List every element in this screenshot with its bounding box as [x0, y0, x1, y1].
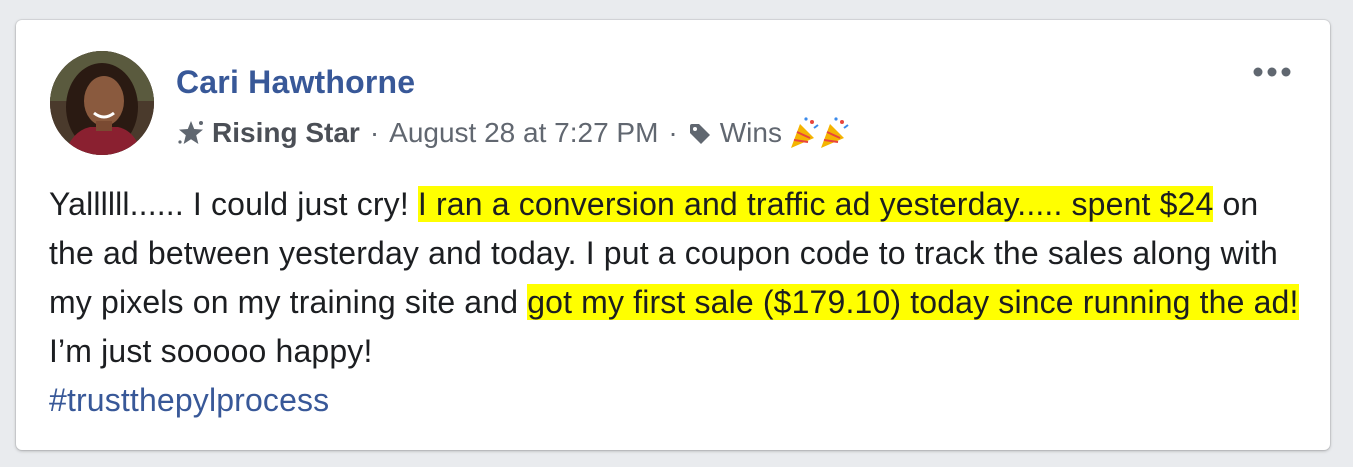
- avatar-photo: [50, 51, 154, 155]
- star-badge-icon: [176, 118, 206, 148]
- author-name[interactable]: Cari Hawthorne: [176, 64, 415, 101]
- party-popper-icon: [788, 116, 852, 150]
- post-card: Cari Hawthorne Rising Star · August 28 a…: [16, 20, 1330, 450]
- meta-separator: ·: [668, 117, 678, 148]
- post-meta: Rising Star · August 28 at 7:27 PM · Win…: [176, 115, 852, 151]
- tag-icon: [688, 121, 712, 145]
- badge-label[interactable]: Rising Star: [212, 117, 360, 149]
- post-timestamp[interactable]: August 28 at 7:27 PM: [389, 117, 658, 149]
- more-options-icon[interactable]: [1250, 60, 1294, 84]
- topic-wins[interactable]: Wins: [720, 117, 782, 149]
- avatar[interactable]: [50, 51, 154, 155]
- post-body: Yallllll...... I could just cry! I ran a…: [49, 180, 1299, 425]
- body-text: Yallllll...... I could just cry!: [49, 186, 418, 222]
- highlighted-text: got my first sale ($179.10) today since …: [527, 284, 1299, 320]
- highlighted-text: I ran a conversion and traffic ad yester…: [417, 186, 1214, 222]
- meta-separator: ·: [369, 117, 380, 148]
- hashtag-link[interactable]: #trustthepylprocess: [49, 382, 329, 418]
- body-text: I’m just sooooo happy!: [49, 333, 373, 369]
